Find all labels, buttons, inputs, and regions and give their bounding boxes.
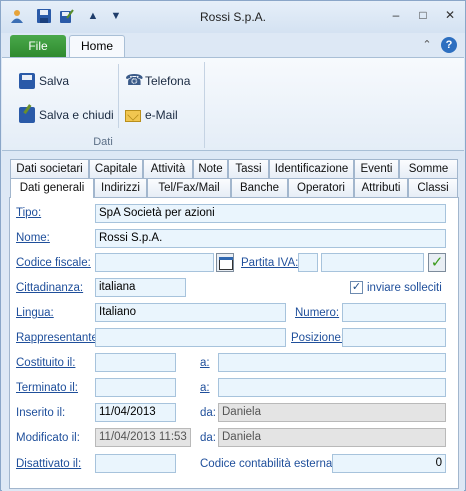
tipo-label[interactable]: Tipo:	[16, 207, 41, 219]
cittadinanza-field[interactable]: italiana	[95, 278, 186, 297]
ribbon-group-label: Dati	[93, 136, 113, 148]
rappresentante-field[interactable]	[95, 328, 286, 347]
numero-field[interactable]	[342, 303, 446, 322]
save-close-icon	[19, 107, 35, 123]
codice-contabilita-field[interactable]: 0	[332, 454, 446, 473]
save-icon	[19, 73, 35, 89]
tab-dati-generali[interactable]: Dati generali	[10, 178, 94, 198]
ribbon-separator	[204, 62, 205, 148]
verify-vat-icon[interactable]: ✓	[428, 253, 446, 272]
tab-eventi[interactable]: Eventi	[354, 159, 399, 178]
save-button[interactable]: Salva	[19, 70, 69, 92]
codice-fiscale-field[interactable]	[95, 253, 214, 272]
phone-label: Telefona	[145, 74, 191, 88]
save-label: Salva	[39, 74, 70, 88]
tab-dati-societari[interactable]: Dati societari	[10, 159, 89, 178]
maximize-icon[interactable]: □	[411, 6, 435, 24]
costituito-a-label[interactable]: a:	[200, 357, 210, 369]
codice-contabilita-label: Codice contabilità esterna:	[200, 458, 336, 470]
terminato-a-field[interactable]	[218, 378, 446, 397]
email-icon	[125, 110, 141, 122]
tab-home[interactable]: Home	[69, 35, 125, 58]
lingua-field[interactable]: Italiano	[95, 303, 286, 322]
terminato-label[interactable]: Terminato il:	[16, 382, 78, 394]
title-bar: ▲ ▼ Rossi S.p.A. – □ ✕	[1, 1, 465, 33]
inserito-field[interactable]: 11/04/2013	[95, 403, 176, 422]
nome-label[interactable]: Nome:	[16, 232, 50, 244]
lingua-label[interactable]: Lingua:	[16, 307, 54, 319]
tab-attributi[interactable]: Attributi	[354, 178, 408, 197]
modificato-label: Modificato il:	[16, 432, 80, 444]
disattivato-field[interactable]	[95, 454, 176, 473]
tab-file[interactable]: File	[10, 35, 66, 57]
partita-iva-prefix-field[interactable]	[298, 253, 318, 272]
posizione-label[interactable]: Posizione:	[291, 332, 344, 344]
tab-operatori[interactable]: Operatori	[288, 178, 354, 197]
rappresentante-label[interactable]: Rappresentante:	[16, 332, 101, 344]
cittadinanza-label[interactable]: Cittadinanza:	[16, 282, 83, 294]
collapse-ribbon-icon[interactable]: ⌃	[419, 37, 435, 53]
save-close-button[interactable]: Salva e chiudi	[19, 104, 114, 126]
costituito-field[interactable]	[95, 353, 176, 372]
disattivato-label[interactable]: Disattivato il:	[16, 458, 81, 470]
terminato-field[interactable]	[95, 378, 176, 397]
tab-indirizzi[interactable]: Indirizzi	[94, 178, 147, 197]
inserito-da-field: Daniela	[218, 403, 446, 422]
tab-capitale[interactable]: Capitale	[89, 159, 143, 178]
help-icon[interactable]: ?	[441, 37, 457, 53]
inserito-label: Inserito il:	[16, 407, 66, 419]
tab-identificazione[interactable]: Identificazione	[269, 159, 354, 178]
save-close-label: Salva e chiudi	[39, 108, 114, 122]
inviare-solleciti-label: inviare solleciti	[367, 282, 442, 294]
application-window: ▲ ▼ Rossi S.p.A. – □ ✕ File Home ⌃ ? Sal…	[0, 0, 466, 491]
terminato-a-label[interactable]: a:	[200, 382, 210, 394]
costituito-label[interactable]: Costituito il:	[16, 357, 75, 369]
partita-iva-field[interactable]	[321, 253, 424, 272]
close-icon[interactable]: ✕	[438, 6, 462, 24]
phone-icon: ☎	[125, 72, 144, 89]
tab-attivita[interactable]: Attività	[143, 159, 193, 178]
modificato-da-label: da:	[200, 432, 216, 444]
inserito-da-label: da:	[200, 407, 216, 419]
tab-note[interactable]: Note	[193, 159, 228, 178]
ribbon-tab-bar: File Home ⌃ ?	[1, 33, 465, 58]
modificato-da-field: Daniela	[218, 428, 446, 447]
email-button[interactable]: e-Mail	[125, 104, 178, 126]
numero-label[interactable]: Numero:	[295, 307, 339, 319]
inviare-solleciti-checkbox[interactable]: ✓	[350, 281, 363, 294]
costituito-a-field[interactable]	[218, 353, 446, 372]
posizione-field[interactable]	[342, 328, 446, 347]
modificato-field: 11/04/2013 11:53	[95, 428, 191, 447]
minimize-icon[interactable]: –	[384, 6, 408, 24]
tab-tassi[interactable]: Tassi	[228, 159, 269, 178]
calculate-fiscal-code-icon[interactable]	[216, 253, 234, 272]
tab-somme[interactable]: Somme	[399, 159, 458, 178]
nome-field[interactable]: Rossi S.p.A.	[95, 229, 446, 248]
ribbon-separator	[118, 64, 119, 128]
tab-tel-fax-mail[interactable]: Tel/Fax/Mail	[147, 178, 231, 197]
phone-button[interactable]: ☎ Telefona	[125, 70, 190, 92]
tab-banche[interactable]: Banche	[231, 178, 288, 197]
tab-classi[interactable]: Classi	[408, 178, 458, 197]
partita-iva-label[interactable]: Partita IVA:	[241, 257, 298, 269]
codice-fiscale-label[interactable]: Codice fiscale:	[16, 257, 91, 269]
tipo-field[interactable]: SpA Società per azioni	[95, 204, 446, 223]
email-label: e-Mail	[145, 108, 178, 122]
ribbon-panel: Salva Salva e chiudi ☎ Telefona e-Mail D…	[2, 57, 464, 151]
